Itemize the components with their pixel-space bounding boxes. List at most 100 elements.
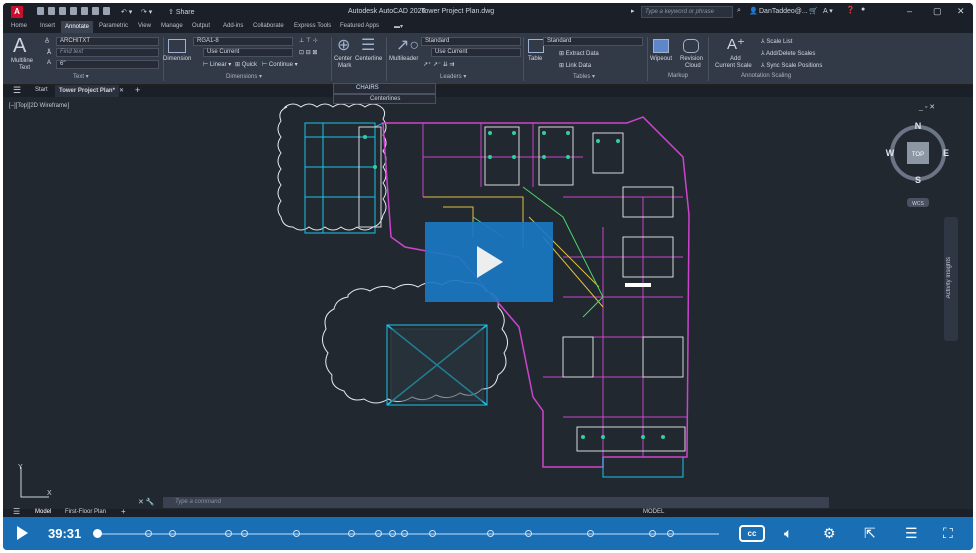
tab-featured-apps[interactable]: Featured Apps	[340, 23, 379, 29]
tab-start[interactable]: Start	[35, 87, 48, 93]
saveas-icon[interactable]	[70, 7, 77, 15]
table-label[interactable]: Table	[528, 56, 542, 62]
open-icon[interactable]	[48, 7, 55, 15]
link-data-button[interactable]: ⊞ Link Data	[559, 62, 591, 69]
close-button[interactable]: ✕	[957, 6, 965, 17]
share-icon[interactable]: ⇱	[864, 525, 876, 542]
fullscreen-icon[interactable]: ⛶	[943, 525, 953, 542]
scale-list-button[interactable]: ⅄ Scale List	[761, 38, 792, 45]
tab-more-icon[interactable]: ▬▾	[394, 23, 403, 30]
continue-button[interactable]: ⊢ Continue ▾	[262, 61, 298, 68]
chapter-marker[interactable]	[293, 530, 300, 537]
multileader-label[interactable]: Multileader	[389, 56, 418, 62]
chapter-marker[interactable]	[587, 530, 594, 537]
progress-knob[interactable]	[93, 529, 102, 538]
new-tab-icon[interactable]: +	[135, 85, 140, 95]
drawing-canvas[interactable]: [–][Top][2D Wireframe] _ ▫ ✕ TOP N S E W…	[3, 97, 973, 519]
autocad-logo[interactable]: A	[11, 6, 23, 18]
panel-markup[interactable]: Markup	[668, 73, 688, 79]
extract-data-button[interactable]: ⊞ Extract Data	[559, 50, 599, 57]
text-height-dropdown[interactable]: 6"	[56, 60, 159, 69]
maximize-button[interactable]: ▢	[933, 6, 942, 17]
volume-icon[interactable]: 🔈︎	[784, 525, 792, 542]
table-style-dropdown[interactable]: Standard	[543, 37, 643, 46]
add-delete-scales-button[interactable]: ⅄ Add/Delete Scales	[761, 50, 815, 57]
center-label[interactable]: Center	[334, 56, 352, 62]
find-text-input[interactable]: Find text	[56, 48, 159, 57]
multileader-icon[interactable]: ↗○	[396, 35, 419, 55]
settings-gear-icon[interactable]: ⚙︎	[823, 525, 836, 542]
panel-text[interactable]: Text ▾	[73, 73, 89, 80]
quick-button[interactable]: ⊞ Quick	[235, 61, 257, 68]
plot-icon[interactable]	[92, 7, 99, 15]
menu-icon[interactable]: ☰	[13, 507, 20, 516]
command-close-icon[interactable]: ✕ 🔧	[138, 498, 155, 506]
chapter-marker[interactable]	[169, 530, 176, 537]
user-account[interactable]: DanTaddeo@...	[759, 8, 808, 15]
dimension-icon[interactable]	[168, 39, 186, 53]
leader-layer-dropdown[interactable]: Use Current	[431, 48, 521, 57]
dim-tools2-icon[interactable]: ⊡ ⊟ ⊠	[299, 49, 317, 56]
add-current-scale-icon[interactable]: A⁺	[727, 35, 745, 53]
close-tab-icon[interactable]: ✕	[119, 87, 124, 94]
text-label[interactable]: Text	[19, 65, 30, 71]
leader-tools-icon[interactable]: ↗⁺ ↗⁻ ⇊ ⇉	[423, 61, 454, 68]
wipeout-icon[interactable]	[653, 39, 669, 53]
help-icon[interactable]: ❓	[846, 6, 855, 14]
chapter-marker[interactable]	[525, 530, 532, 537]
chapter-marker[interactable]	[401, 530, 408, 537]
tab-view[interactable]: View	[138, 23, 151, 29]
video-play-button[interactable]	[425, 222, 553, 302]
dim-tools-icon[interactable]: ⊥ ⊤ ⊹	[299, 37, 318, 44]
progress-track[interactable]	[97, 533, 719, 535]
tab-model[interactable]: Model	[35, 509, 51, 515]
centerline-label[interactable]: Centerline	[355, 56, 382, 62]
text-style-dropdown[interactable]: ARCHITXT	[56, 37, 159, 46]
model-space-status[interactable]: MODEL	[643, 509, 664, 515]
captions-button[interactable]: cc	[739, 525, 765, 542]
cloud-label[interactable]: Cloud	[685, 63, 701, 69]
print-icon[interactable]	[81, 7, 88, 15]
tab-express-tools[interactable]: Express Tools	[294, 23, 331, 29]
linear-button[interactable]: ⊢ Linear ▾	[203, 61, 231, 68]
search-icon[interactable]: ⌕	[737, 7, 741, 15]
autodesk-icon[interactable]: A ▾	[823, 7, 833, 15]
mark-label[interactable]: Mark	[338, 63, 351, 69]
menu-icon[interactable]: ☰	[13, 85, 21, 96]
layer-dropdown-item[interactable]: Centerlines	[333, 94, 436, 104]
add-label[interactable]: Add	[730, 56, 741, 62]
panel-dimensions[interactable]: Dimensions ▾	[226, 73, 262, 80]
viewcube[interactable]: TOP N S E W WCS	[883, 121, 953, 211]
chapter-marker[interactable]	[375, 530, 382, 537]
dim-style-dropdown[interactable]: RGA1-8	[193, 37, 293, 46]
sync-scale-button[interactable]: ⅄ Sync Scale Positions	[761, 62, 822, 69]
tab-annotate[interactable]: Annotate	[61, 21, 94, 33]
chapter-marker[interactable]	[241, 530, 248, 537]
publish-icon[interactable]	[103, 7, 110, 15]
current-scale-label[interactable]: Current Scale	[715, 63, 752, 69]
new-icon[interactable]	[37, 7, 44, 15]
tab-collaborate[interactable]: Collaborate	[253, 23, 284, 29]
dimension-label[interactable]: Dimension	[163, 56, 191, 62]
undo-icon[interactable]: ↶ ▾	[121, 8, 132, 16]
tab-insert[interactable]: Insert	[40, 23, 55, 29]
tab-manage[interactable]: Manage	[161, 23, 183, 29]
multiline-label[interactable]: Multiline	[11, 58, 33, 64]
chapter-marker[interactable]	[389, 530, 396, 537]
search-arrow-icon[interactable]: ▸	[631, 7, 635, 15]
chapter-marker[interactable]	[145, 530, 152, 537]
tab-output[interactable]: Output	[192, 23, 210, 29]
panel-leaders[interactable]: Leaders ▾	[440, 73, 466, 80]
revision-cloud-icon[interactable]	[683, 39, 699, 53]
share-button[interactable]: ⇪ Share	[168, 8, 195, 16]
tab-addins[interactable]: Add-ins	[223, 23, 243, 29]
centerline-icon[interactable]: ☰	[361, 35, 375, 55]
info-icon[interactable]: ●	[861, 6, 865, 13]
multiline-text-icon[interactable]: A	[13, 35, 26, 58]
table-icon[interactable]	[528, 39, 544, 53]
chapter-marker[interactable]	[649, 530, 656, 537]
panel-tables[interactable]: Tables ▾	[573, 73, 595, 80]
chapter-marker[interactable]	[348, 530, 355, 537]
tab-layout[interactable]: First-Floor Plan	[65, 509, 106, 515]
chapter-marker[interactable]	[429, 530, 436, 537]
